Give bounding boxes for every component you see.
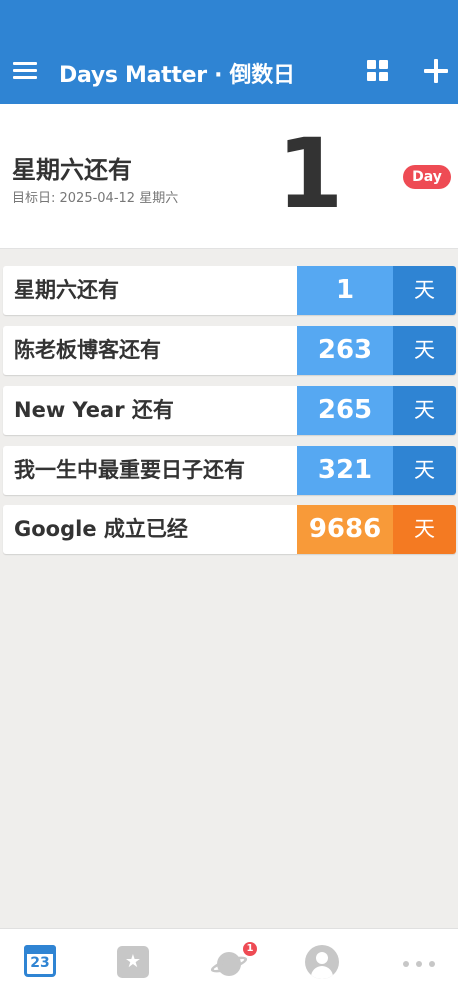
event-row[interactable]: 我一生中最重要日子还有 321 天: [3, 446, 456, 495]
starred-list-icon[interactable]: ★: [117, 946, 149, 978]
notification-badge: 1: [243, 942, 257, 956]
event-title: 陈老板博客还有: [14, 338, 161, 362]
planet-icon[interactable]: 1: [209, 942, 257, 978]
top-app-bar: Days Matter · 倒数日: [0, 0, 458, 104]
featured-event-count: 1: [276, 118, 344, 230]
day-badge: Day: [403, 165, 451, 189]
add-event-icon[interactable]: [424, 59, 448, 83]
event-row[interactable]: New Year 还有 265 天: [3, 386, 456, 435]
event-row[interactable]: 陈老板博客还有 263 天: [3, 326, 456, 375]
featured-event-title: 星期六还有: [12, 156, 132, 184]
event-days: 263: [297, 326, 393, 375]
featured-event-target-date: 目标日: 2025-04-12 星期六: [12, 191, 179, 206]
event-unit: 天: [393, 386, 456, 435]
event-title: Google 成立已经: [14, 517, 188, 541]
event-days: 1: [297, 266, 393, 315]
event-title: 我一生中最重要日子还有: [14, 458, 245, 482]
event-unit: 天: [393, 326, 456, 375]
profile-icon[interactable]: [305, 945, 339, 979]
event-title: 星期六还有: [14, 278, 119, 302]
event-days: 265: [297, 386, 393, 435]
menu-icon[interactable]: [13, 62, 37, 80]
event-title: New Year 还有: [14, 398, 174, 422]
event-unit: 天: [393, 266, 456, 315]
event-days: 9686: [297, 505, 393, 554]
bottom-tab-bar: 23 ★ 1: [0, 928, 458, 987]
featured-event-card[interactable]: 星期六还有 目标日: 2025-04-12 星期六 1 Day: [0, 104, 458, 249]
event-row[interactable]: 星期六还有 1 天: [3, 266, 456, 315]
calendar-day: 23: [30, 955, 50, 971]
more-icon[interactable]: [403, 961, 435, 967]
event-days: 321: [297, 446, 393, 495]
app-title: Days Matter · 倒数日: [59, 63, 295, 88]
calendar-icon[interactable]: 23: [24, 945, 56, 977]
grid-view-icon[interactable]: [367, 60, 389, 82]
event-unit: 天: [393, 446, 456, 495]
event-row[interactable]: Google 成立已经 9686 天: [3, 505, 456, 554]
event-unit: 天: [393, 505, 456, 554]
